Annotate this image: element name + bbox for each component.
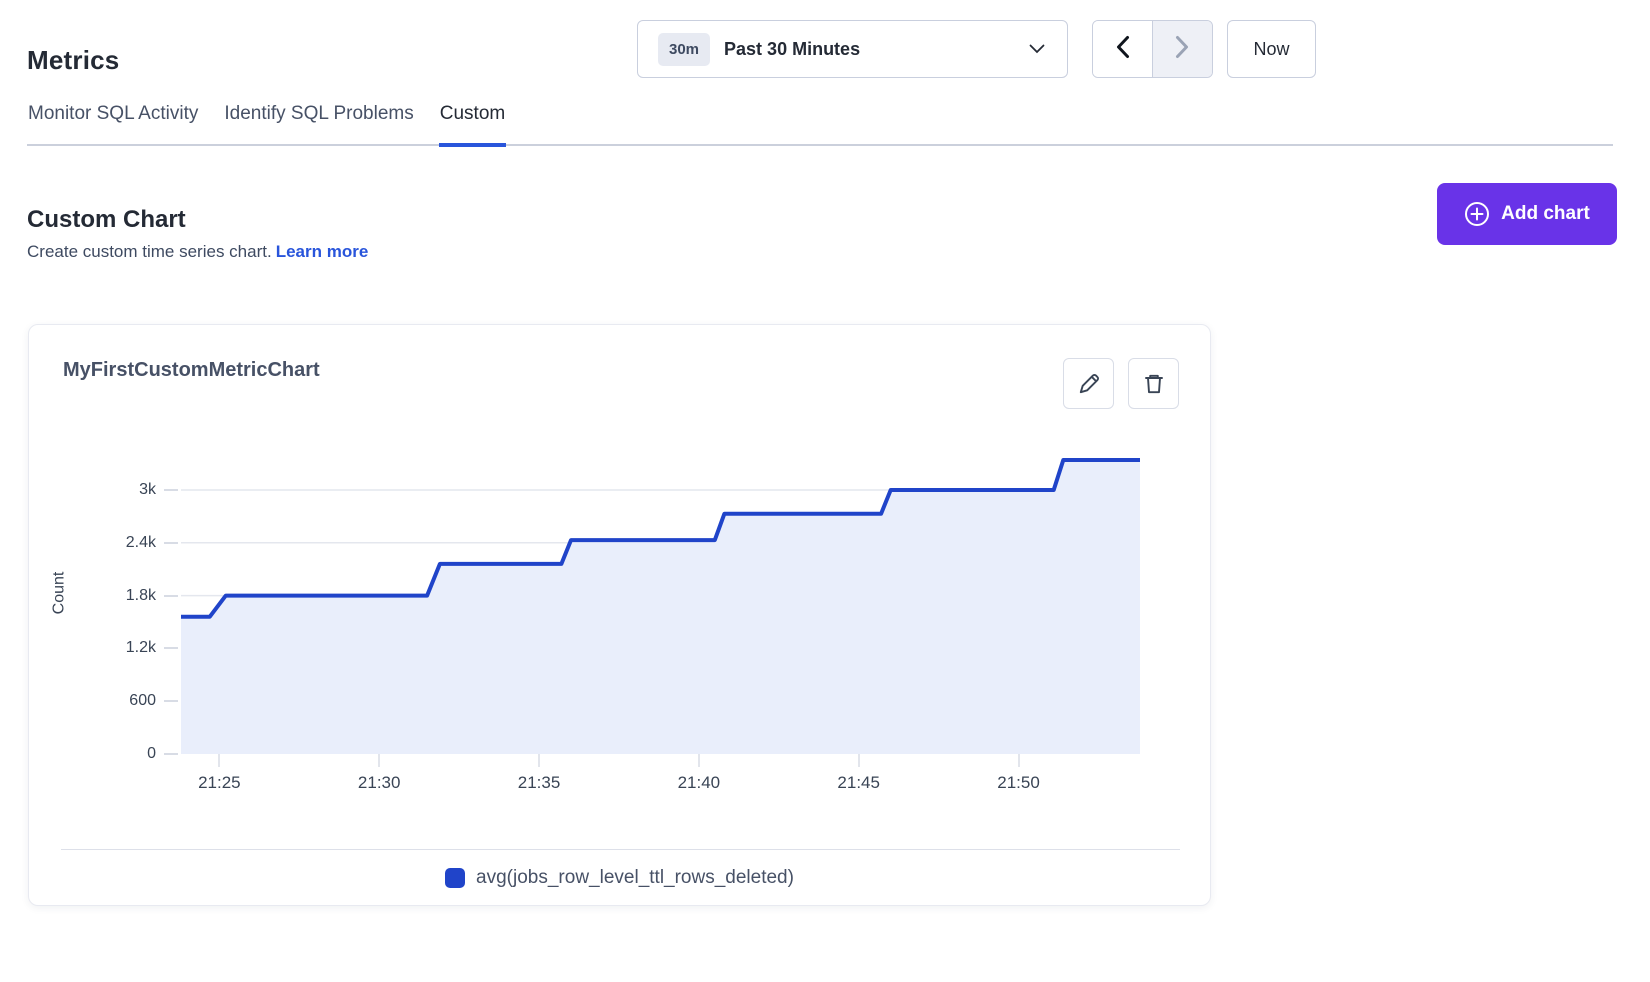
metrics-page: Metrics 30m Past 30 Minutes Now Monitor … — [0, 0, 1650, 982]
chart-legend[interactable]: avg(jobs_row_level_ttl_rows_deleted) — [29, 867, 1210, 889]
previous-time-button[interactable] — [1093, 21, 1152, 77]
y-tick-label: 1.2k — [126, 639, 156, 657]
subtitle-text: Create custom time series chart. — [27, 242, 272, 261]
chevron-down-icon — [1029, 44, 1045, 54]
learn-more-link[interactable]: Learn more — [276, 242, 369, 261]
chevron-left-icon — [1115, 35, 1130, 64]
x-tick-mark — [1018, 754, 1020, 767]
x-tick-mark — [858, 754, 860, 767]
legend-label: avg(jobs_row_level_ttl_rows_deleted) — [476, 867, 794, 889]
page-title: Metrics — [27, 45, 119, 76]
chart-title: MyFirstCustomMetricChart — [63, 359, 320, 382]
next-time-button[interactable] — [1152, 21, 1212, 77]
x-tick-mark — [218, 754, 220, 767]
y-tick-mark — [164, 753, 178, 755]
trash-icon — [1142, 372, 1166, 396]
metrics-tabs: Monitor SQL Activity Identify SQL Proble… — [27, 103, 1613, 146]
legend-divider — [61, 849, 1180, 850]
legend-swatch — [445, 868, 465, 888]
plus-circle-icon — [1464, 201, 1490, 227]
y-tick-label: 3k — [139, 481, 156, 499]
time-range-label: Past 30 Minutes — [724, 39, 860, 60]
y-tick-label: 2.4k — [126, 534, 156, 552]
x-tick-mark — [378, 754, 380, 767]
y-tick-mark — [164, 700, 178, 702]
y-axis-ticks: 06001.2k1.8k2.4k3k — [29, 431, 156, 754]
time-range-dropdown[interactable]: 30m Past 30 Minutes — [637, 20, 1068, 78]
x-tick-mark — [538, 754, 540, 767]
y-tick-mark — [164, 595, 178, 597]
x-tick-mark — [698, 754, 700, 767]
time-range-badge: 30m — [658, 33, 710, 66]
y-tick-label: 1.8k — [126, 587, 156, 605]
tab-monitor-sql-activity[interactable]: Monitor SQL Activity — [27, 103, 199, 147]
x-tick-label: 21:45 — [837, 773, 880, 793]
time-series-plot[interactable] — [181, 431, 1140, 754]
time-pager — [1092, 20, 1213, 78]
y-tick-mark — [164, 647, 178, 649]
y-axis-dashes — [164, 431, 178, 754]
x-tick-label: 21:40 — [678, 773, 721, 793]
x-tick-label: 21:25 — [198, 773, 241, 793]
section-subtitle: Create custom time series chart.Learn mo… — [27, 242, 368, 262]
y-tick-label: 0 — [147, 745, 156, 763]
area-chart[interactable] — [181, 431, 1140, 754]
x-tick-label: 21:30 — [358, 773, 401, 793]
y-tick-mark — [164, 542, 178, 544]
y-tick-mark — [164, 489, 178, 491]
edit-chart-button[interactable] — [1063, 358, 1114, 409]
x-tick-label: 21:35 — [518, 773, 561, 793]
x-tick-label: 21:50 — [997, 773, 1040, 793]
tab-custom[interactable]: Custom — [439, 103, 506, 147]
pencil-icon — [1077, 372, 1101, 396]
add-chart-button[interactable]: Add chart — [1437, 183, 1617, 245]
chevron-right-icon — [1175, 35, 1190, 64]
section-heading: Custom Chart — [27, 206, 186, 234]
y-tick-label: 600 — [129, 692, 156, 710]
custom-chart-card: MyFirstCustomMetricChart Count 06001.2k1… — [28, 324, 1211, 906]
tab-identify-sql-problems[interactable]: Identify SQL Problems — [223, 103, 414, 147]
add-chart-label: Add chart — [1501, 203, 1590, 225]
now-button[interactable]: Now — [1227, 20, 1316, 78]
trash-icon-button[interactable] — [1128, 358, 1179, 409]
